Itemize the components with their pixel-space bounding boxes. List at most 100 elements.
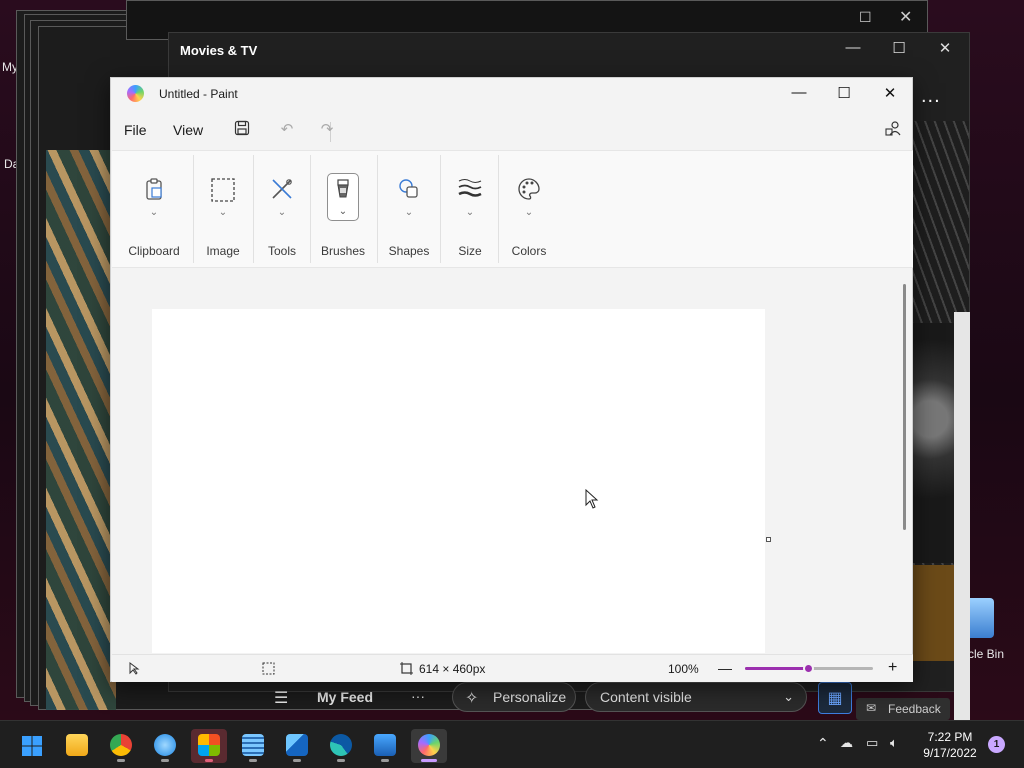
grid-view-button[interactable]: ▦	[818, 682, 852, 714]
canvas-workspace[interactable]	[112, 269, 898, 653]
personalize-button[interactable]: ✧ Personalize	[452, 682, 576, 712]
group-separator	[193, 155, 194, 263]
brush-selector[interactable]: ⌄	[327, 173, 359, 221]
notepad-button[interactable]	[235, 729, 271, 763]
personalize-label: Personalize	[493, 689, 567, 705]
maximize-button[interactable]: ☐	[879, 39, 919, 61]
group-separator	[377, 155, 378, 263]
close-button[interactable]: ✕	[925, 39, 965, 61]
close-icon[interactable]: ✕	[899, 7, 912, 27]
redo-icon[interactable]: ↷	[316, 120, 338, 142]
minimize-button[interactable]: —	[776, 80, 822, 108]
feedback-button[interactable]: ✉ Feedback	[856, 698, 950, 720]
network-icon[interactable]: ▭	[866, 735, 878, 751]
chevron-down-icon: ⌄	[783, 689, 794, 704]
chevron-up-icon[interactable]: ⌃	[817, 735, 829, 752]
movies-tv-button[interactable]	[367, 729, 403, 763]
edge-icon	[330, 734, 352, 756]
chevron-down-icon: ⌄	[404, 207, 414, 218]
content-visible-dropdown[interactable]: Content visible ⌄	[585, 682, 807, 712]
hamburger-menu-icon[interactable]: ☰	[274, 688, 288, 708]
recycle-bin-label[interactable]: cle Bin	[968, 647, 1004, 661]
account-settings-icon[interactable]	[882, 120, 904, 142]
more-options-icon[interactable]: ...	[921, 85, 941, 108]
window-title: Untitled - Paint	[159, 87, 238, 101]
feed-bar: ☰ My Feed ··· ✧ Personalize Content visi…	[268, 680, 908, 716]
colors-group[interactable]: ⌄ Colors	[504, 151, 554, 269]
close-button[interactable]: ✕	[867, 80, 913, 108]
chevron-down-icon: ⌄	[277, 207, 287, 218]
running-indicator	[293, 759, 301, 762]
file-menu[interactable]: File	[124, 122, 147, 138]
palette-icon	[504, 177, 554, 203]
chevron-down-icon: ⌄	[218, 207, 228, 218]
clock[interactable]: 7:22 PM 9/17/2022	[920, 729, 980, 761]
date-label: 9/17/2022	[923, 746, 977, 760]
brushes-group[interactable]: ⌄ Brushes	[321, 151, 365, 269]
pointer-position-icon	[128, 662, 140, 678]
onedrive-icon[interactable]: ☁	[840, 735, 853, 751]
undo-icon[interactable]: ↶	[276, 120, 298, 142]
chevron-down-icon: ⌄	[524, 207, 534, 218]
running-indicator	[205, 759, 213, 762]
running-indicator	[117, 759, 125, 762]
start-button[interactable]	[14, 729, 50, 763]
tips-button[interactable]	[147, 729, 183, 763]
shapes-group[interactable]: ⌄ Shapes	[386, 151, 432, 269]
clipboard-group[interactable]: ⌄ Clipboard	[124, 151, 184, 269]
zoom-slider[interactable]	[745, 663, 873, 674]
edge-button[interactable]	[323, 729, 359, 763]
chrome-icon	[110, 734, 132, 756]
more-icon[interactable]: ···	[411, 688, 425, 704]
notification-badge[interactable]: 1	[988, 736, 1005, 753]
feedback-icon: ✉	[866, 701, 877, 715]
group-separator	[253, 155, 254, 263]
chrome-button[interactable]	[103, 729, 139, 763]
content-visible-label: Content visible	[600, 689, 692, 705]
paint-taskbar-button[interactable]	[411, 729, 447, 763]
running-indicator	[421, 759, 437, 762]
scrollbar[interactable]	[954, 312, 970, 720]
zoom-in-icon[interactable]: +	[888, 659, 897, 677]
minimize-button[interactable]: —	[833, 39, 873, 61]
canvas-size-icon	[400, 662, 413, 678]
chevron-down-icon: ⌄	[149, 207, 159, 218]
taskbar: ⌃ ☁ ▭ 🔈︎ 7:22 PM 9/17/2022 1	[0, 720, 1024, 768]
maximize-icon[interactable]: ☐	[859, 9, 872, 26]
drawing-canvas[interactable]	[152, 309, 765, 653]
resize-handle[interactable]	[766, 537, 771, 542]
store-button[interactable]	[191, 729, 227, 763]
tools-group[interactable]: ⌄ Tools	[260, 151, 304, 269]
image-group[interactable]: ⌄ Image	[200, 151, 246, 269]
group-label: Image	[206, 244, 240, 258]
zoom-out-icon[interactable]: —	[718, 660, 732, 676]
maximize-button[interactable]: ☐	[821, 80, 867, 108]
zoom-slider-thumb[interactable]	[803, 663, 814, 674]
zoom-level-label[interactable]: 100%	[668, 662, 699, 676]
volume-icon[interactable]: 🔈︎	[890, 735, 898, 751]
group-label: Shapes	[388, 244, 430, 258]
photos-button[interactable]	[279, 729, 315, 763]
size-group[interactable]: ⌄ Size	[448, 151, 492, 269]
notepad-icon	[242, 734, 264, 756]
ribbon-toolbar: ⌄ Clipboard ⌄ Image ⌄ Tools ⌄ Brushes ⌄ …	[112, 150, 913, 268]
group-separator	[310, 155, 311, 263]
title-bar[interactable]: Untitled - Paint — ☐ ✕	[111, 78, 912, 110]
grid-icon: ▦	[827, 690, 843, 707]
feedback-label: Feedback	[888, 702, 941, 716]
save-icon[interactable]	[231, 120, 253, 142]
window-title: Movies & TV	[180, 43, 258, 58]
shapes-icon	[386, 177, 432, 203]
file-explorer-button[interactable]	[59, 729, 95, 763]
running-indicator	[337, 759, 345, 762]
group-label: Brushes	[321, 244, 366, 258]
tools-icon	[260, 177, 304, 203]
group-label: Clipboard	[128, 244, 180, 258]
my-feed-tab[interactable]: My Feed	[317, 689, 373, 705]
vertical-scrollbar[interactable]	[903, 284, 906, 530]
folder-icon	[66, 734, 88, 756]
paint-window: Untitled - Paint — ☐ ✕ File View ↶ ↷ ⌄ C…	[110, 77, 913, 682]
view-menu[interactable]: View	[173, 122, 203, 138]
paint-icon	[418, 734, 440, 756]
mouse-pointer-icon	[585, 489, 599, 509]
